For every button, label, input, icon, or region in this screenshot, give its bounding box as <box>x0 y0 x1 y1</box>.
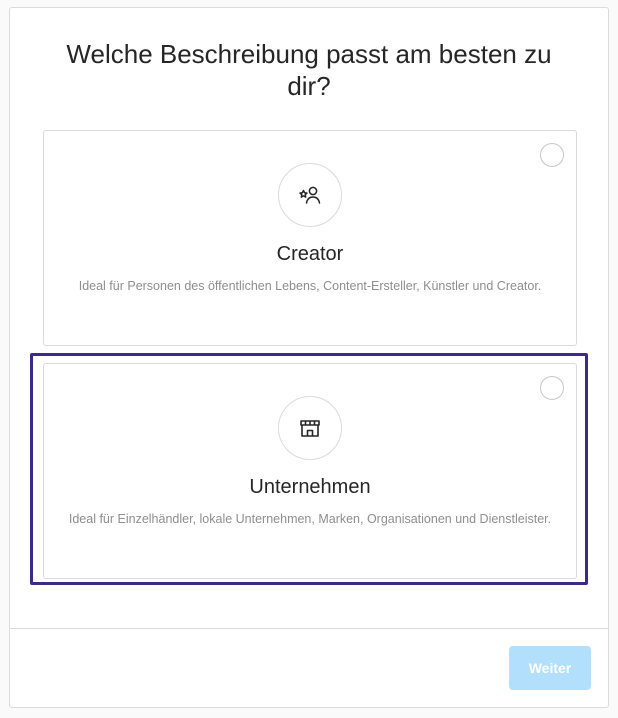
creator-icon-circle <box>278 163 342 227</box>
option-card-creator[interactable]: Creator Ideal für Personen des öffentlic… <box>43 130 577 346</box>
business-icon-circle <box>278 396 342 460</box>
option-description-business: Ideal für Einzelhändler, lokale Unterneh… <box>68 512 552 526</box>
next-button[interactable]: Weiter <box>509 646 591 690</box>
option-card-business[interactable]: Unternehmen Ideal für Einzelhändler, lok… <box>43 363 577 579</box>
radio-business[interactable] <box>540 376 564 400</box>
footer-divider <box>10 628 608 629</box>
option-label-business: Unternehmen <box>249 476 371 498</box>
radio-creator[interactable] <box>540 143 564 167</box>
storefront-icon <box>300 420 320 437</box>
option-description-creator: Ideal für Personen des öffentlichen Lebe… <box>78 279 542 293</box>
dialog-title: Welche Beschreibung passt am besten zu d… <box>66 39 552 101</box>
account-type-dialog: Welche Beschreibung passt am besten zu d… <box>9 7 609 708</box>
creator-star-person-icon <box>299 186 321 204</box>
option-label-creator: Creator <box>276 243 344 265</box>
